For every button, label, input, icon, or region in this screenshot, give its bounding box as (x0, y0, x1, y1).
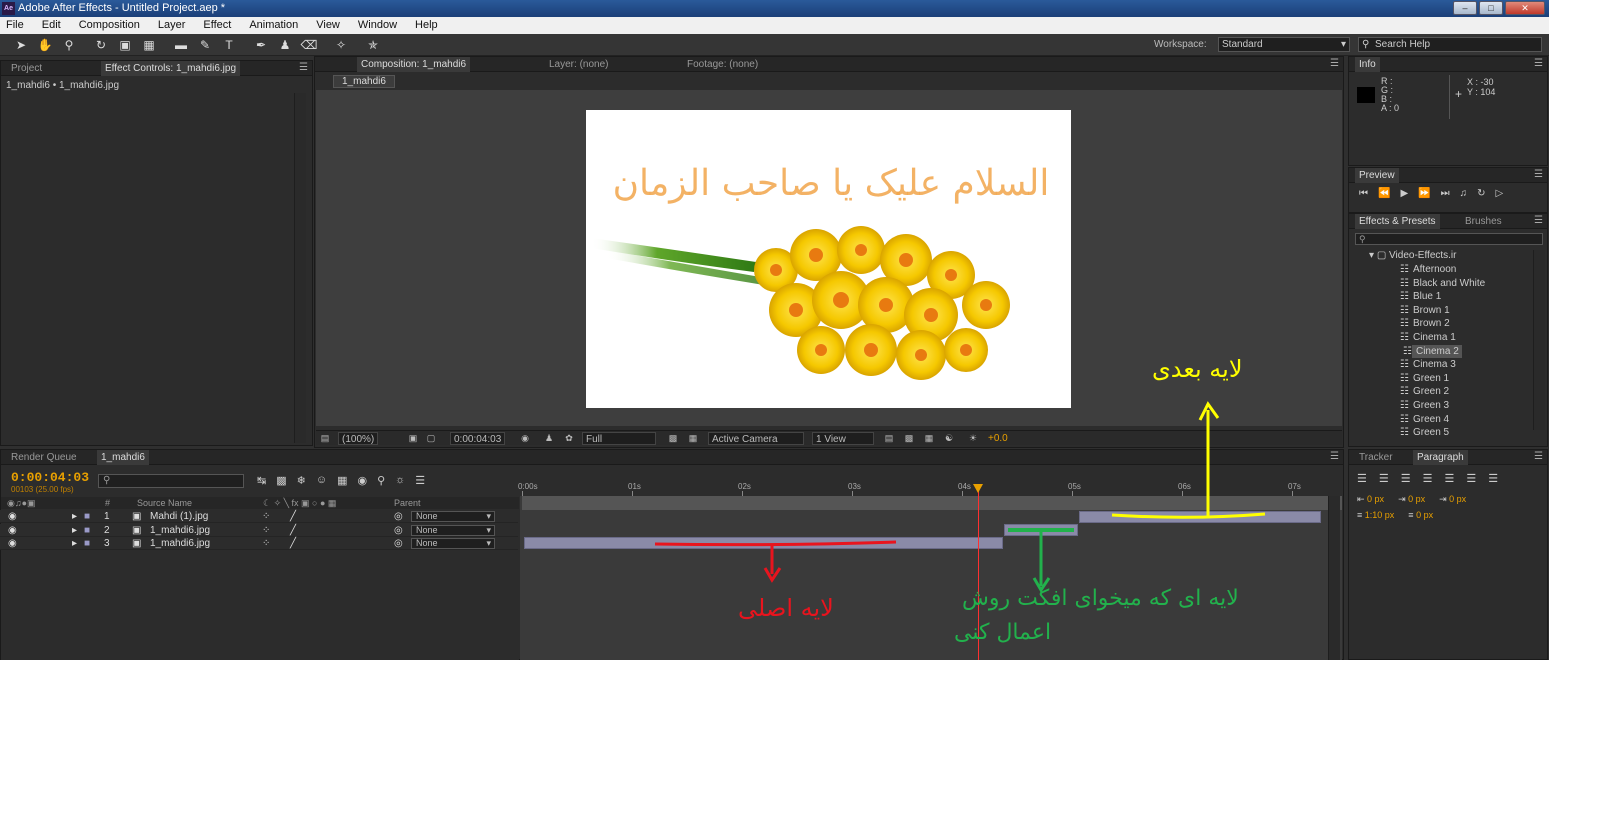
annotation-main-layer: لایه اصلی (738, 594, 834, 622)
annotation-overlay (654, 401, 1266, 593)
red-underline (654, 540, 897, 547)
annotation-effect-layer-line1: لایه ای که میخوای افکت روش (962, 586, 1239, 611)
yellow-underline (1111, 512, 1266, 519)
annotation-next-layer: لایه بعدی (1152, 355, 1243, 383)
annotation-effect-layer-line2: اعمال کنی (954, 620, 1052, 645)
